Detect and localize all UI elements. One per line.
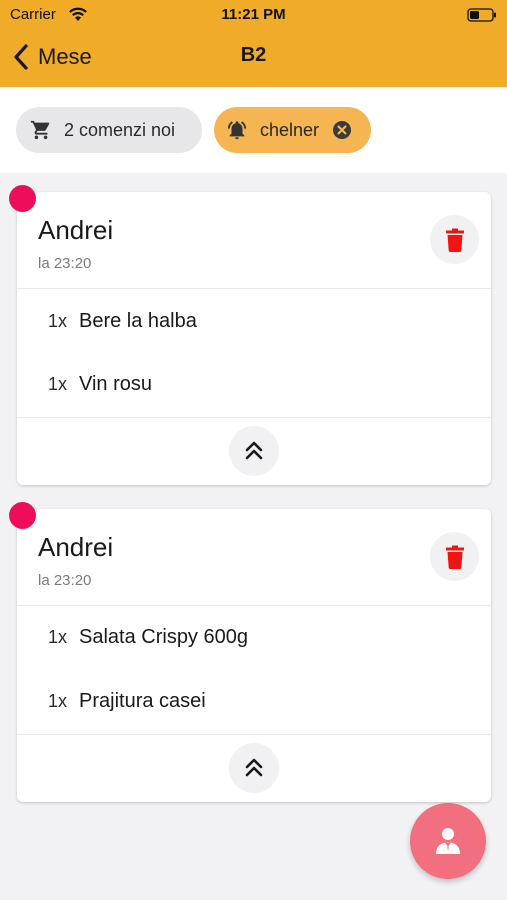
order-item: 1x Prajitura casei bbox=[17, 681, 491, 721]
unread-indicator bbox=[9, 185, 36, 212]
order-card: Andrei la 23:20 1x Salata Crispy 600g 1x… bbox=[9, 502, 491, 802]
order-time: la 23:20 bbox=[38, 572, 92, 589]
divider bbox=[17, 288, 491, 289]
item-name: Vin rosu bbox=[79, 372, 153, 395]
item-quantity: 1x bbox=[48, 690, 68, 711]
waiter-icon bbox=[436, 828, 460, 854]
battery-icon bbox=[467, 8, 496, 22]
divider bbox=[17, 734, 491, 735]
waiter-call-chip[interactable]: chelner bbox=[214, 107, 371, 153]
double-chevron-up-icon bbox=[245, 758, 263, 777]
delete-order-button[interactable] bbox=[430, 215, 479, 264]
collapse-button[interactable] bbox=[229, 743, 279, 793]
unread-indicator bbox=[9, 502, 36, 529]
close-circle-icon[interactable] bbox=[332, 120, 352, 140]
call-waiter-fab[interactable] bbox=[410, 803, 486, 879]
customer-name: Andrei bbox=[38, 215, 114, 245]
new-orders-label: 2 comenzi noi bbox=[64, 119, 176, 140]
order-time: la 23:20 bbox=[38, 255, 92, 272]
chips-bar: 2 comenzi noi chelner bbox=[0, 87, 507, 173]
collapse-button[interactable] bbox=[229, 426, 279, 476]
order-item: 1x Salata Crispy 600g bbox=[17, 617, 491, 657]
divider bbox=[17, 605, 491, 606]
item-quantity: 1x bbox=[48, 310, 68, 331]
trash-icon bbox=[445, 545, 464, 569]
customer-name: Andrei bbox=[38, 532, 114, 562]
nav-bar: Mese B2 bbox=[0, 30, 507, 87]
trash-icon bbox=[445, 228, 464, 252]
item-name: Salata Crispy 600g bbox=[79, 625, 248, 648]
item-quantity: 1x bbox=[48, 373, 68, 394]
delete-order-button[interactable] bbox=[430, 532, 479, 581]
item-quantity: 1x bbox=[48, 626, 68, 647]
double-chevron-up-icon bbox=[245, 441, 263, 460]
status-bar: Carrier 11:21 PM bbox=[0, 0, 507, 30]
clock: 11:21 PM bbox=[221, 6, 286, 23]
divider bbox=[17, 417, 491, 418]
order-item: 1x Bere la halba bbox=[17, 301, 491, 341]
waiter-call-label: chelner bbox=[260, 119, 320, 140]
order-item: 1x Vin rosu bbox=[17, 364, 491, 404]
bell-ring-icon bbox=[227, 121, 247, 140]
order-card: Andrei la 23:20 1x Bere la halba 1x Vin … bbox=[9, 185, 491, 485]
item-name: Prajitura casei bbox=[79, 689, 206, 712]
page-title: B2 bbox=[240, 44, 267, 66]
cart-icon bbox=[30, 120, 50, 140]
header: Carrier 11:21 PM Mese B2 bbox=[0, 0, 507, 87]
new-orders-chip[interactable]: 2 comenzi noi bbox=[16, 107, 202, 153]
item-name: Bere la halba bbox=[79, 309, 197, 332]
